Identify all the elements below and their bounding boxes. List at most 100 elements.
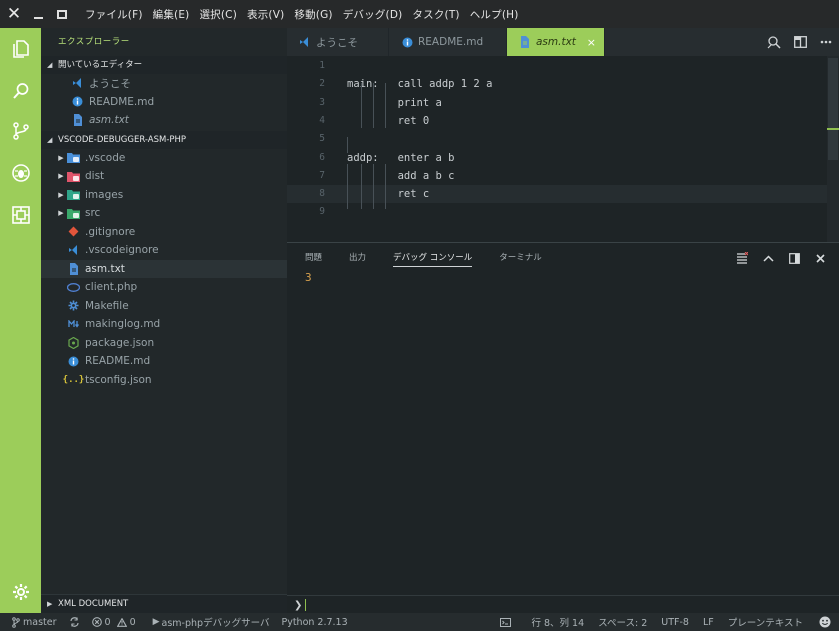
console-output: 3 [305, 271, 312, 284]
tab-label: asm.txt [536, 36, 576, 48]
files-icon[interactable] [10, 38, 32, 60]
open-editor-item[interactable]: ようこそ [41, 74, 287, 93]
problems-indicator[interactable]: 0 0 [91, 616, 136, 628]
tree-folder[interactable]: ▶ .vscode [41, 149, 287, 168]
error-count: 0 [104, 616, 111, 628]
folder-src-icon [67, 207, 80, 220]
open-editor-item[interactable]: asm.txt [41, 111, 287, 130]
tab-welcome[interactable]: ようこそ [287, 28, 389, 56]
menu-go[interactable]: 移動(G) [289, 7, 337, 22]
tree-file[interactable]: Makefile [41, 297, 287, 316]
tree-file[interactable]: package.json [41, 334, 287, 353]
code-line: 9 [287, 203, 827, 221]
open-changes-icon[interactable] [761, 28, 787, 56]
toggle-panel-position-icon[interactable] [781, 249, 807, 267]
close-panel-icon[interactable] [807, 249, 833, 267]
debug-config[interactable]: ▶ asm-phpデバッグサーバ [153, 615, 270, 629]
indentation[interactable]: スペース: 2 [598, 615, 647, 629]
chevron-up-icon[interactable] [755, 249, 781, 267]
prompt-chevron-icon: ❯ [294, 599, 303, 611]
language-mode[interactable]: プレーンテキスト [728, 615, 803, 629]
tab-debug-console[interactable]: デバッグ コンソール [393, 251, 473, 267]
tree-file[interactable]: {..} tsconfig.json [41, 371, 287, 390]
terminal-icon[interactable] [500, 617, 512, 627]
tab-asm-txt[interactable]: asm.txt × [507, 28, 605, 56]
tree-item-label: .vscodeignore [85, 244, 159, 257]
open-editors-label: 開いているエディター [58, 60, 143, 70]
search-icon[interactable] [10, 80, 32, 102]
tree-item-label: Makefile [85, 299, 129, 312]
menu-selection[interactable]: 選択(C) [194, 7, 242, 22]
window-minimize-icon[interactable] [26, 0, 50, 28]
code-text: addp: enter a b [347, 151, 455, 164]
tab-terminal[interactable]: ターミナル [499, 251, 542, 267]
tree-file[interactable]: .gitignore [41, 223, 287, 242]
menu-debug[interactable]: デバッグ(D) [338, 7, 408, 22]
clear-console-icon[interactable] [729, 249, 755, 267]
caret-right-icon: ▶ [47, 600, 53, 608]
debug-icon[interactable] [10, 162, 32, 184]
title-bar: ✕ ファイル(F) 編集(E) 選択(C) 表示(V) 移動(G) デバッグ(D… [0, 0, 839, 28]
tab-readme[interactable]: README.md [389, 28, 507, 56]
window-maximize-icon[interactable] [50, 0, 74, 28]
window-close-icon[interactable]: ✕ [2, 0, 26, 28]
settings-gear-icon[interactable] [10, 581, 32, 603]
encoding[interactable]: UTF-8 [661, 617, 689, 628]
tree-file[interactable]: makinglog.md [41, 315, 287, 334]
tab-problems[interactable]: 問題 [305, 251, 322, 267]
line-number: 7 [319, 169, 325, 181]
menu-file[interactable]: ファイル(F) [80, 7, 148, 22]
tree-item-label: images [85, 188, 124, 201]
editor-scrollbar[interactable] [827, 56, 839, 242]
info-icon [67, 355, 80, 368]
more-actions-icon[interactable] [813, 28, 839, 56]
tree-item-label: .gitignore [85, 225, 136, 238]
open-editors-header[interactable]: ◢ 開いているエディター [41, 56, 287, 74]
feedback-smiley-icon[interactable] [819, 616, 831, 628]
menu-help[interactable]: ヘルプ(H) [465, 7, 524, 22]
xml-document-header[interactable]: ▶ XML DOCUMENT [41, 594, 293, 613]
split-editor-icon[interactable] [787, 28, 813, 56]
sync-icon[interactable] [69, 617, 80, 627]
project-header[interactable]: ◢ VSCODE-DEBUGGER-ASM-PHP [41, 130, 287, 149]
tree-file[interactable]: README.md [41, 352, 287, 371]
extensions-icon[interactable] [10, 204, 32, 226]
menu-edit[interactable]: 編集(E) [148, 7, 195, 22]
indent-guide [361, 164, 362, 209]
tree-item-label: client.php [85, 281, 138, 294]
tab-close-icon[interactable]: × [587, 36, 596, 49]
tree-file[interactable]: asm.txt [41, 259, 287, 278]
xml-document-label: XML DOCUMENT [58, 599, 129, 609]
code-text: ret c [347, 188, 430, 201]
cursor-position[interactable]: 行 8、列 14 [531, 615, 584, 629]
indent-guide [347, 164, 348, 209]
vscode-icon [71, 77, 84, 90]
menu-view[interactable]: 表示(V) [242, 7, 289, 22]
indent-guide [361, 83, 362, 128]
python-version[interactable]: Python 2.7.13 [281, 617, 347, 628]
explorer-sidebar: エクスプローラー ◢ 開いているエディター ようこそ README.md asm… [41, 28, 293, 613]
git-icon [67, 225, 80, 238]
tree-file[interactable]: .vscodeignore [41, 241, 287, 260]
end-of-line[interactable]: LF [703, 617, 714, 628]
caret-right-icon: ▶ [58, 190, 64, 199]
tree-item-label: dist [85, 170, 105, 183]
line-number: 6 [319, 151, 325, 163]
tab-output[interactable]: 出力 [349, 251, 366, 267]
branch-indicator[interactable]: master [12, 617, 57, 628]
vscode-icon [299, 36, 311, 48]
file-text-icon [71, 114, 84, 127]
status-right: 行 8、列 14 スペース: 2 UTF-8 LF プレーンテキスト [486, 615, 839, 629]
tree-folder[interactable]: ▶ dist [41, 167, 287, 186]
open-editor-item[interactable]: README.md [41, 93, 287, 112]
tree-folder[interactable]: ▶ src [41, 204, 287, 223]
tree-folder[interactable]: ▶ images [41, 186, 287, 205]
console-input[interactable]: ❯ [287, 595, 839, 614]
menu-tasks[interactable]: タスク(T) [407, 7, 464, 22]
code-editor[interactable]: 1 2 main: call addp 1 2 a3 print a4 ret 05… [287, 56, 839, 242]
tab-label: ようこそ [316, 36, 358, 49]
tree-item-label: tsconfig.json [85, 373, 152, 386]
scrollbar-thumb[interactable] [828, 58, 838, 160]
tree-file[interactable]: client.php [41, 278, 287, 297]
source-control-icon[interactable] [10, 120, 32, 142]
